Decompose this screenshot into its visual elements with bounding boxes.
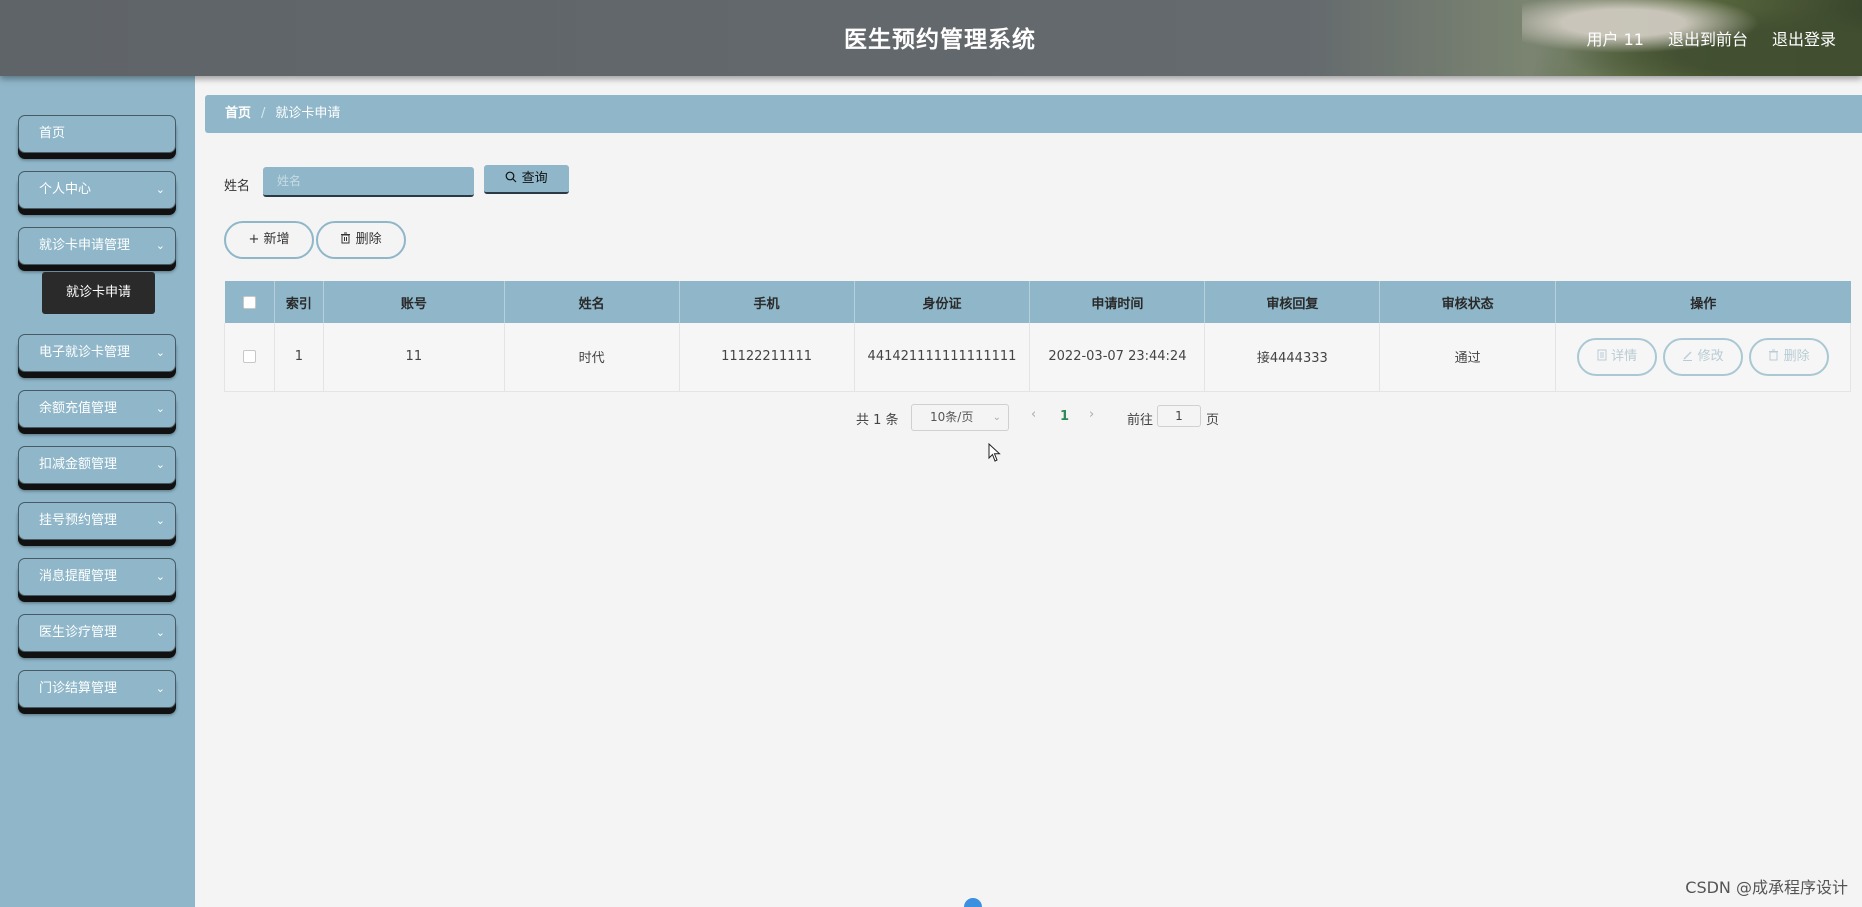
chevron-down-icon: ⌄ <box>155 346 165 359</box>
row-delete-button-label: 删除 <box>1783 348 1810 364</box>
chevron-down-icon: ⌄ <box>155 458 165 471</box>
watermark: CSDN @成承程序设计 <box>1685 878 1848 897</box>
breadcrumb-current: 就诊卡申请 <box>275 106 341 121</box>
breadcrumb: 首页 / 就诊卡申请 <box>205 95 1862 133</box>
table-header-row: 索引 账号 姓名 手机 身份证 申请时间 审核回复 审核状态 操作 <box>224 281 1851 323</box>
cell-apply-time: 2022-03-07 23:44:24 <box>1029 323 1206 392</box>
sidebar-item-e-card[interactable]: 电子就诊卡管理 ⌄ <box>18 334 176 372</box>
chevron-down-icon: ⌄ <box>155 682 165 695</box>
sidebar-item-card-application[interactable]: 就诊卡申请管理 ⌄ <box>18 227 176 265</box>
row-delete-button[interactable]: 删除 <box>1749 337 1830 376</box>
sidebar-item-label: 挂号预约管理 <box>39 513 118 528</box>
col-reply: 审核回复 <box>1204 281 1381 323</box>
sidebar: 首页 个人中心 ⌄ 就诊卡申请管理 ⌄ 电子就诊卡管理 ⌄ 余额充值管理 ⌄ 扣… <box>0 76 195 907</box>
add-button-label: 新增 <box>263 232 290 247</box>
user-name: 用户 11 <box>1586 30 1644 49</box>
cell-actions: 详情 修改 删除 <box>1555 323 1851 392</box>
document-icon <box>1597 349 1607 361</box>
page-suffix-label: 页 <box>1206 413 1220 428</box>
current-page-number[interactable]: 1 <box>1060 409 1069 424</box>
search-button[interactable]: 查询 <box>484 165 569 194</box>
col-apply-time: 申请时间 <box>1029 281 1206 323</box>
search-button-label: 查询 <box>521 171 548 186</box>
col-actions: 操作 <box>1555 281 1851 323</box>
logout-link[interactable]: 退出登录 <box>1772 26 1836 50</box>
cell-account: 11 <box>323 323 505 392</box>
sidebar-item-label: 个人中心 <box>39 182 92 197</box>
sidebar-item-recharge[interactable]: 余额充值管理 ⌄ <box>18 390 176 428</box>
scroll-indicator[interactable] <box>964 898 982 907</box>
goto-page-input[interactable] <box>1157 405 1201 427</box>
data-table: 索引 账号 姓名 手机 身份证 申请时间 审核回复 审核状态 操作 1 11 时… <box>224 281 1851 392</box>
sidebar-item-home[interactable]: 首页 <box>18 115 176 153</box>
search-icon <box>506 171 517 183</box>
search-name-input[interactable] <box>263 167 474 197</box>
cell-index: 1 <box>274 323 324 392</box>
chevron-down-icon: ⌄ <box>155 570 165 583</box>
edit-button[interactable]: 修改 <box>1663 337 1744 376</box>
submenu-card-application[interactable]: 就诊卡申请 <box>42 272 155 314</box>
sidebar-item-label: 门诊结算管理 <box>39 681 118 696</box>
sidebar-item-appointment[interactable]: 挂号预约管理 ⌄ <box>18 502 176 540</box>
next-page-button[interactable]: › <box>1089 407 1094 422</box>
add-button[interactable]: + 新增 <box>224 221 314 259</box>
sidebar-item-label: 首页 <box>39 126 66 141</box>
exit-to-front-link[interactable]: 退出到前台 <box>1668 26 1748 50</box>
sidebar-item-label: 消息提醒管理 <box>39 569 118 584</box>
chevron-down-icon: ⌄ <box>155 239 165 252</box>
sidebar-item-label: 就诊卡申请管理 <box>39 238 131 253</box>
row-select-cell <box>224 323 275 392</box>
breadcrumb-home[interactable]: 首页 <box>225 106 251 121</box>
sidebar-item-label: 余额充值管理 <box>39 401 118 416</box>
detail-button[interactable]: 详情 <box>1577 337 1658 376</box>
cell-reply: 接4444333 <box>1204 323 1381 392</box>
col-name: 姓名 <box>504 281 680 323</box>
chevron-down-icon: ⌄ <box>992 412 1001 423</box>
row-checkbox[interactable] <box>242 350 256 364</box>
edit-button-label: 修改 <box>1697 348 1724 364</box>
chevron-down-icon: ⌄ <box>155 402 165 415</box>
page-size-value: 10条/页 <box>930 410 974 424</box>
top-header: 医生预约管理系统 用户 11 退出到前台 退出登录 <box>0 0 1862 76</box>
breadcrumb-separator: / <box>261 106 266 121</box>
page-size-select[interactable]: 10条/页 ⌄ <box>911 404 1009 431</box>
sidebar-item-label: 扣减金额管理 <box>39 457 118 472</box>
app-title: 医生预约管理系统 <box>844 27 1036 53</box>
pencil-icon <box>1683 351 1693 361</box>
col-account: 账号 <box>323 281 505 323</box>
col-phone: 手机 <box>679 281 855 323</box>
detail-button-label: 详情 <box>1611 348 1638 364</box>
header-user-area: 用户 11 退出到前台 退出登录 <box>1587 26 1836 50</box>
trash-icon <box>341 232 351 244</box>
cell-name: 时代 <box>504 323 680 392</box>
mouse-cursor-icon <box>988 443 1001 462</box>
cell-id-card: 441421111111111111 <box>854 323 1031 392</box>
cell-phone: 11122211111 <box>679 323 855 392</box>
delete-button[interactable]: 删除 <box>316 221 406 259</box>
sidebar-item-settlement[interactable]: 门诊结算管理 ⌄ <box>18 670 176 708</box>
select-all-cell <box>224 281 275 323</box>
sidebar-item-diagnosis[interactable]: 医生诊疗管理 ⌄ <box>18 614 176 652</box>
prev-page-button[interactable]: ‹ <box>1031 407 1036 422</box>
goto-label: 前往 <box>1127 413 1154 428</box>
delete-button-label: 删除 <box>355 232 382 247</box>
sidebar-item-personal-center[interactable]: 个人中心 ⌄ <box>18 171 176 209</box>
select-all-checkbox[interactable] <box>242 295 256 309</box>
search-name-label: 姓名 <box>224 179 251 194</box>
table-row: 1 11 时代 11122211111 441421111111111111 2… <box>224 323 1851 392</box>
plus-icon: + <box>248 232 260 247</box>
cell-status: 通过 <box>1379 323 1557 392</box>
chevron-down-icon: ⌄ <box>155 514 165 527</box>
chevron-down-icon: ⌄ <box>155 183 165 196</box>
sidebar-item-label: 电子就诊卡管理 <box>39 345 131 360</box>
col-id-card: 身份证 <box>854 281 1031 323</box>
sidebar-item-deduction[interactable]: 扣减金额管理 ⌄ <box>18 446 176 484</box>
pagination-total: 共 1 条 <box>856 413 899 428</box>
col-status: 审核状态 <box>1379 281 1557 323</box>
sidebar-item-messages[interactable]: 消息提醒管理 ⌄ <box>18 558 176 596</box>
sidebar-item-label: 医生诊疗管理 <box>39 625 118 640</box>
trash-icon <box>1769 349 1779 361</box>
chevron-down-icon: ⌄ <box>155 626 165 639</box>
col-index: 索引 <box>274 281 324 323</box>
